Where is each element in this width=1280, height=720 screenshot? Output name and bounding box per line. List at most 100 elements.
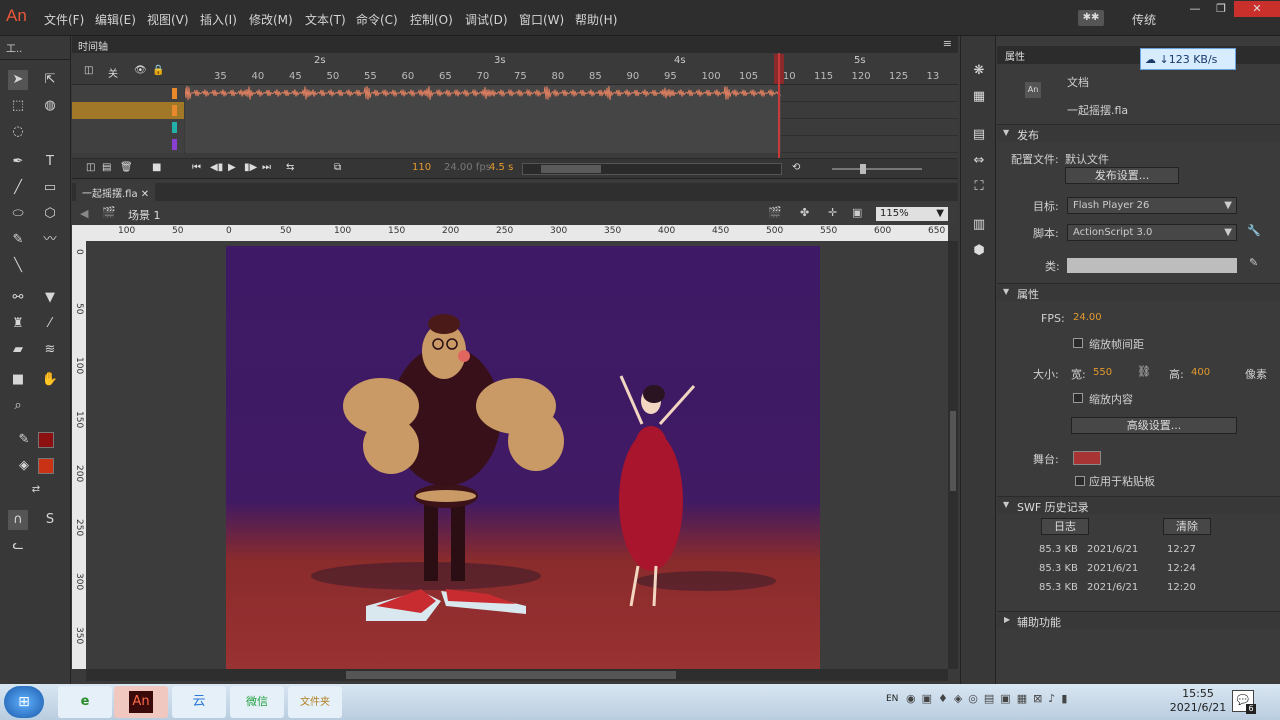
restore-button[interactable]: ❐ [1206, 1, 1236, 17]
back-arrow-icon[interactable]: ◀ [80, 207, 88, 220]
input-language[interactable]: EN [886, 694, 898, 704]
current-frame[interactable]: 110 [412, 162, 431, 173]
stage[interactable] [226, 246, 820, 669]
clear-button[interactable]: 清除 [1163, 518, 1211, 535]
swap-colors-icon[interactable]: ⇄ [26, 480, 46, 500]
scene-name[interactable]: 场景 1 [128, 207, 161, 223]
swatches-icon[interactable]: ⬢ [970, 242, 988, 260]
log-button[interactable]: 日志 [1041, 518, 1089, 535]
center-stage-icon[interactable]: ✛ [828, 206, 837, 219]
smooth-icon[interactable]: S [40, 510, 60, 530]
polystar-tool-icon[interactable]: ⬡ [40, 204, 60, 224]
elapsed-time[interactable]: 4.5 s [489, 162, 513, 173]
go-first-frame-icon[interactable]: ⏮ [192, 162, 201, 173]
menu-help[interactable]: 帮助(H) [575, 11, 617, 28]
frame-size-slider[interactable] [832, 164, 922, 174]
tray-icons[interactable]: ◉▣♦◈◎▤▣▦⊠♪▮ [906, 692, 1073, 705]
rectangle-tool-icon[interactable]: ▭ [40, 178, 60, 198]
pencil-tool-icon[interactable]: ✎ [8, 230, 28, 250]
taskbar-wechat[interactable]: 微信 [230, 686, 284, 718]
hand-tool-icon[interactable]: ✋ [40, 370, 60, 390]
menu-commands[interactable]: 命令(C) [356, 11, 398, 28]
taskbar-animate[interactable]: An [114, 686, 168, 718]
zoom-tool-icon[interactable]: ⌕ [8, 396, 28, 416]
canvas-hscrollbar[interactable] [86, 669, 948, 681]
subselection-tool-icon[interactable]: ⇱ [40, 70, 60, 90]
fill-color-swatch[interactable] [38, 458, 54, 474]
panel-menu-icon[interactable]: ≡ [943, 37, 952, 50]
layer-row[interactable] [72, 119, 958, 136]
properties-tab[interactable]: 属性 [1005, 48, 1025, 63]
visibility-icon[interactable]: 👁 [134, 65, 147, 76]
menu-debug[interactable]: 调试(D) [465, 11, 508, 28]
edit-symbol-icon[interactable]: ✤ [800, 206, 809, 219]
3d-rotation-tool-icon[interactable]: ◍ [40, 96, 60, 116]
lock-icon[interactable]: 🔒 [152, 65, 164, 76]
taskbar-ie[interactable]: e [58, 686, 112, 718]
start-button[interactable]: ⊞ [4, 686, 44, 718]
class-input[interactable] [1067, 258, 1237, 273]
props-section-header[interactable]: 属性 ▼ [997, 283, 1280, 301]
workspace-switcher-icon[interactable]: ✱✱ [1078, 10, 1104, 26]
step-back-icon[interactable]: ◀▮ [210, 162, 223, 173]
link-icon[interactable]: ⛓ [1137, 365, 1151, 378]
menu-edit[interactable]: 编辑(E) [95, 11, 136, 28]
script-select[interactable]: ActionScript 3.0 ▼ [1067, 224, 1237, 241]
free-transform-tool-icon[interactable]: ⬚ [8, 96, 28, 116]
swf-history-section-header[interactable]: SWF 历史记录 ▼ [997, 496, 1280, 514]
paint-brush-tool-icon[interactable]: ╲ [8, 256, 28, 276]
selection-tool-icon[interactable]: ➤ [8, 70, 28, 90]
menu-file[interactable]: 文件(F) [44, 11, 84, 28]
line-tool-icon[interactable]: ╱ [8, 178, 28, 198]
paint-bucket-tool-icon[interactable]: ▼ [40, 288, 60, 308]
step-forward-icon[interactable]: ▮▶ [244, 162, 257, 173]
taskbar-explorer[interactable]: 文件夹 [288, 686, 342, 718]
library-icon[interactable]: ▤ [970, 126, 988, 144]
target-select[interactable]: Flash Player 26 ▼ [1067, 197, 1237, 214]
menu-modify[interactable]: 修改(M) [249, 11, 293, 28]
new-layer-icon[interactable]: ◫ [86, 162, 95, 173]
delete-layer-icon[interactable]: 🗑 [120, 162, 133, 173]
menu-insert[interactable]: 插入(I) [200, 11, 237, 28]
go-last-frame-icon[interactable]: ⏭ [262, 162, 271, 173]
zoom-select[interactable]: 115% ▼ [876, 207, 948, 221]
scale-content-checkbox[interactable] [1073, 393, 1083, 403]
playhead[interactable] [778, 53, 780, 175]
camera-icon[interactable]: ■ [152, 162, 161, 173]
components-icon[interactable]: ▥ [970, 216, 988, 234]
brush-tool-icon[interactable]: 〰 [40, 230, 60, 250]
center-frame-icon[interactable]: ⟲ [792, 162, 800, 173]
height-value[interactable]: 400 [1191, 367, 1210, 378]
transform-icon[interactable]: ⇔ [970, 152, 988, 170]
oval-tool-icon[interactable]: ⬭ [8, 204, 28, 224]
straighten-icon[interactable]: ᓚ [8, 536, 28, 556]
motion-presets-icon[interactable]: ❋ [970, 62, 988, 80]
frame-rate[interactable]: 24.00 fps [444, 162, 491, 173]
eyedropper-tool-icon[interactable]: ⁄ [40, 314, 60, 334]
menu-text[interactable]: 文本(T) [305, 11, 346, 28]
publish-section-header[interactable]: 发布 ▼ [997, 124, 1280, 142]
menu-view[interactable]: 视图(V) [147, 11, 189, 28]
eraser-tool-icon[interactable]: ▰ [8, 340, 28, 360]
play-icon[interactable]: ▶ [228, 162, 236, 173]
layer-options-icon[interactable]: ◫ [84, 65, 93, 76]
clip-icon[interactable]: ▣ [852, 206, 862, 219]
new-folder-icon[interactable]: ▤ [102, 162, 111, 173]
document-tab[interactable]: 一起摇摆.fla ✕ [76, 183, 156, 201]
clock[interactable]: 15:55 2021/6/21 [1168, 687, 1228, 715]
layer-row[interactable] [72, 136, 958, 153]
width-tool-icon[interactable]: ≋ [40, 340, 60, 360]
publish-settings-button[interactable]: 发布设置... [1065, 167, 1179, 184]
pen-tool-icon[interactable]: ✒ [8, 152, 28, 172]
workspace-name[interactable]: 传统 [1132, 11, 1156, 28]
menu-window[interactable]: 窗口(W) [519, 11, 564, 28]
timeline-tab[interactable]: 时间轴 [78, 38, 108, 53]
stroke-color-swatch[interactable] [38, 432, 54, 448]
edit-scene-icon[interactable]: 🎬 [768, 206, 782, 219]
width-value[interactable]: 550 [1093, 367, 1112, 378]
stage-color-swatch[interactable] [1073, 451, 1101, 465]
layer-row-selected[interactable] [72, 102, 958, 119]
canvas-vscrollbar[interactable] [948, 241, 958, 669]
wrench-icon[interactable]: 🔧 [1247, 224, 1261, 237]
info-icon[interactable]: ⛶ [970, 178, 988, 196]
